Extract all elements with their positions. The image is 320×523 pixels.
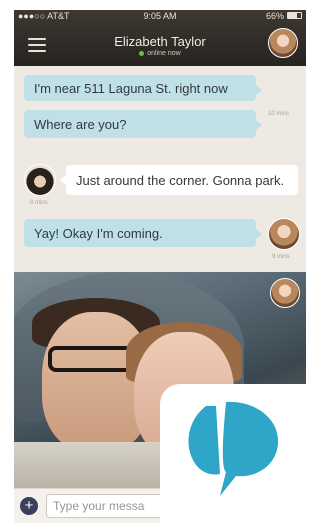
battery-icon bbox=[287, 12, 302, 19]
sender-avatar[interactable] bbox=[24, 164, 56, 196]
status-bar: ●●●○○ AT&T 9:05 AM 66% bbox=[14, 10, 306, 22]
message-text: Yay! Okay I'm coming. bbox=[34, 225, 163, 241]
presence-label: online now bbox=[147, 50, 181, 57]
message-input[interactable] bbox=[46, 494, 166, 518]
message-bubble-outgoing: Yay! Okay I'm coming. bbox=[24, 219, 262, 247]
message-bubble-incoming: Just around the corner. Gonna park. bbox=[60, 165, 298, 195]
contact-avatar[interactable] bbox=[268, 28, 298, 58]
message-text: Where are you? bbox=[34, 116, 127, 132]
app-logo-icon bbox=[160, 384, 306, 523]
plus-icon[interactable]: + bbox=[20, 497, 38, 515]
message-text: Just around the corner. Gonna park. bbox=[76, 172, 285, 188]
message-timestamp: 8 mins bbox=[30, 200, 48, 206]
battery-percent: 66% bbox=[265, 11, 284, 21]
menu-icon[interactable] bbox=[28, 38, 46, 52]
top-bar: ●●●○○ AT&T 9:05 AM 66% Elizabeth Taylor … bbox=[14, 10, 306, 66]
clock: 9:05 AM bbox=[143, 11, 177, 21]
contact-header[interactable]: Elizabeth Taylor online now bbox=[74, 34, 246, 57]
battery-fill bbox=[288, 13, 297, 18]
message-text: I'm near 511 Laguna St. right now bbox=[34, 80, 228, 96]
my-avatar[interactable] bbox=[268, 218, 300, 250]
message-timestamp: 10 mins bbox=[268, 111, 290, 117]
logo-mark bbox=[188, 401, 279, 496]
photo-sender-avatar[interactable] bbox=[270, 278, 300, 308]
message-timestamp: 9 mins bbox=[272, 254, 290, 260]
presence-status: online now bbox=[74, 50, 246, 57]
contact-name: Elizabeth Taylor bbox=[114, 34, 206, 49]
message-bubble-outgoing: Where are you? bbox=[24, 110, 262, 138]
online-dot-icon bbox=[139, 50, 145, 56]
message-bubble-outgoing: I'm near 511 Laguna St. right now bbox=[24, 75, 262, 101]
